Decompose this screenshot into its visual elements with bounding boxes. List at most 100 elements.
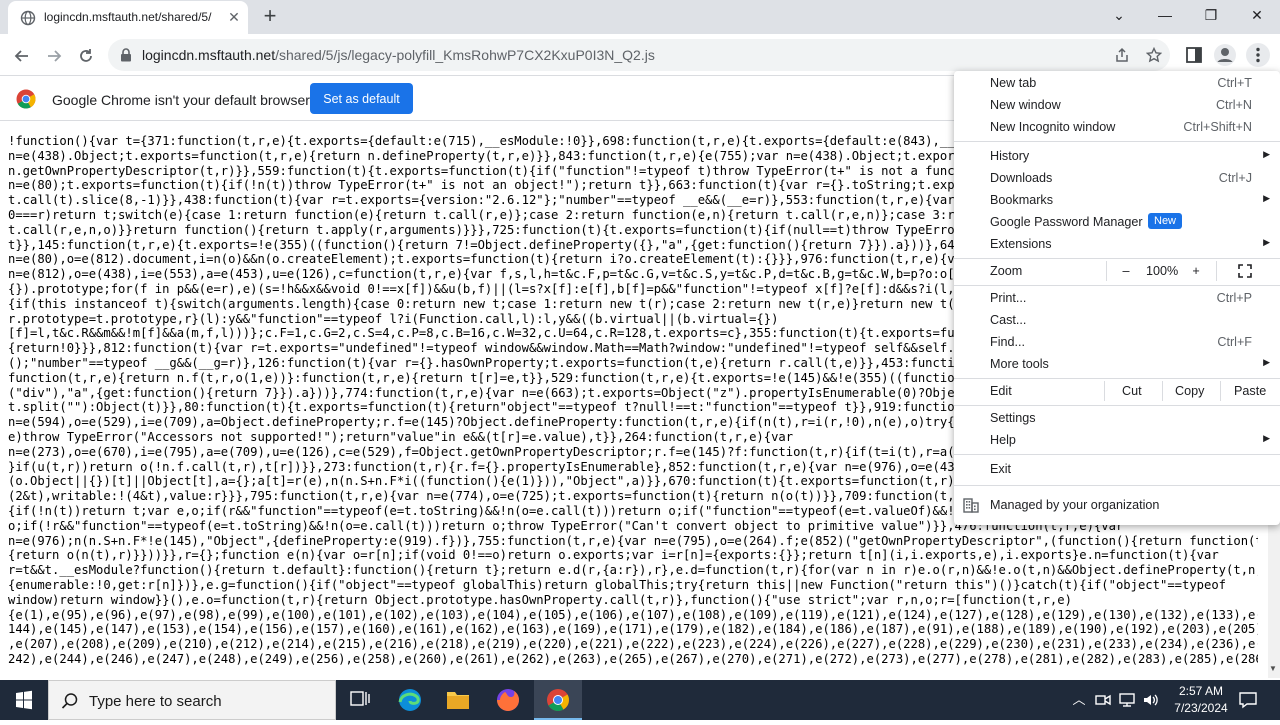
address-bar[interactable]: logincdn.msftauth.net/shared/5/js/legacy… bbox=[108, 39, 1170, 71]
menu-item-help[interactable]: Help ▶ bbox=[954, 429, 1280, 451]
menu-label: Edit bbox=[990, 384, 1012, 398]
code-line: ,e(207),e(208),e(209),e(210),e(212),e(21… bbox=[8, 637, 1258, 652]
menu-separator bbox=[954, 258, 1280, 259]
menu-item-exit[interactable]: Exit bbox=[954, 458, 1280, 480]
task-view-icon[interactable] bbox=[336, 680, 384, 720]
menu-item-password-manager[interactable]: Google Password Manager New bbox=[954, 211, 1280, 233]
taskbar-search-box[interactable]: Type here to search bbox=[48, 680, 336, 720]
edge-icon[interactable] bbox=[386, 680, 434, 720]
browser-toolbar: logincdn.msftauth.net/shared/5/js/legacy… bbox=[0, 34, 1280, 76]
paste-button[interactable]: Paste bbox=[1234, 384, 1266, 398]
clock-date[interactable]: 7/23/2024 bbox=[1166, 701, 1236, 715]
volume-icon[interactable] bbox=[1142, 691, 1160, 709]
code-line: 242),e(244),e(246),e(247),e(248),e(249),… bbox=[8, 651, 1258, 666]
code-line: r=t&&t.__esModule?function(){return t.de… bbox=[8, 563, 1258, 578]
bookmark-star-icon[interactable] bbox=[1144, 45, 1164, 65]
menu-divider bbox=[1106, 261, 1107, 281]
profile-avatar-icon[interactable] bbox=[1213, 43, 1237, 67]
menu-item-new-incognito[interactable]: New Incognito window Ctrl+Shift+N bbox=[954, 116, 1280, 138]
menu-item-bookmarks[interactable]: Bookmarks ▶ bbox=[954, 189, 1280, 211]
new-badge: New bbox=[1148, 213, 1183, 229]
menu-item-managed[interactable]: Managed by your organization bbox=[954, 494, 1280, 516]
menu-shortcut: Ctrl+N bbox=[1215, 98, 1252, 112]
menu-divider bbox=[1162, 381, 1163, 401]
menu-label: Downloads bbox=[990, 171, 1053, 185]
menu-item-more-tools[interactable]: More tools ▶ bbox=[954, 353, 1280, 375]
menu-shortcut: Ctrl+Shift+N bbox=[1183, 120, 1252, 134]
menu-label: New tab bbox=[990, 76, 1037, 90]
chrome-menu-icon[interactable] bbox=[1246, 43, 1270, 67]
set-as-default-button[interactable]: Set as default bbox=[310, 83, 413, 114]
menu-item-new-tab[interactable]: New tab Ctrl+T bbox=[954, 72, 1280, 94]
copy-button[interactable]: Copy bbox=[1175, 384, 1204, 398]
submenu-arrow-icon: ▶ bbox=[1263, 357, 1270, 367]
submenu-arrow-icon: ▶ bbox=[1263, 193, 1270, 203]
menu-separator bbox=[954, 141, 1280, 142]
search-icon bbox=[61, 693, 78, 709]
network-icon[interactable] bbox=[1118, 691, 1136, 709]
show-hidden-icons-icon[interactable]: ︿ bbox=[1070, 691, 1088, 709]
menu-item-find[interactable]: Find... Ctrl+F bbox=[954, 331, 1280, 353]
browser-tab[interactable]: logincdn.msftauth.net/shared/5/ ✕ bbox=[8, 1, 248, 34]
cut-button[interactable]: Cut bbox=[1122, 384, 1142, 398]
chrome-logo-icon bbox=[16, 89, 36, 109]
scroll-down-arrow-icon[interactable]: ▼ bbox=[1266, 664, 1280, 676]
start-button[interactable] bbox=[0, 680, 48, 720]
menu-item-zoom: Zoom – 100% + bbox=[954, 260, 1280, 282]
menu-label: New window bbox=[990, 98, 1061, 112]
infobar-message: Google Chrome isn't your default browser bbox=[52, 92, 310, 108]
chrome-taskbar-icon[interactable] bbox=[534, 680, 582, 720]
menu-label: Managed by your organization bbox=[990, 498, 1160, 512]
windows-logo-icon bbox=[16, 690, 32, 710]
close-window-button[interactable]: ✕ bbox=[1234, 0, 1280, 32]
tab-strip: logincdn.msftauth.net/shared/5/ ✕ + ⌄ — … bbox=[0, 0, 1280, 34]
zoom-out-button[interactable]: – bbox=[1118, 264, 1134, 278]
menu-label: History bbox=[990, 149, 1030, 163]
code-line: window)return window}}(),e.o=function(t,… bbox=[8, 592, 1072, 607]
menu-label: Print... bbox=[990, 291, 1027, 305]
submenu-arrow-icon: ▶ bbox=[1263, 237, 1270, 247]
tab-close-icon[interactable]: ✕ bbox=[226, 9, 242, 25]
firefox-icon[interactable] bbox=[484, 680, 532, 720]
back-icon[interactable] bbox=[8, 42, 36, 70]
minimize-button[interactable]: — bbox=[1142, 0, 1188, 32]
menu-label: Find... bbox=[990, 335, 1025, 349]
menu-item-extensions[interactable]: Extensions ▶ bbox=[954, 233, 1280, 255]
reload-icon[interactable] bbox=[72, 42, 100, 70]
menu-item-settings[interactable]: Settings bbox=[954, 407, 1280, 429]
maximize-button[interactable]: ❐ bbox=[1188, 0, 1234, 32]
url-path: /shared/5/js/legacy-polyfill_KmsRohwP7CX… bbox=[275, 47, 655, 63]
menu-item-downloads[interactable]: Downloads Ctrl+J bbox=[954, 167, 1280, 189]
menu-separator bbox=[954, 378, 1280, 379]
menu-label: Exit bbox=[990, 462, 1011, 476]
menu-divider bbox=[1216, 261, 1217, 281]
side-panel-icon[interactable] bbox=[1182, 43, 1206, 67]
menu-shortcut: Ctrl+F bbox=[1217, 335, 1252, 349]
zoom-in-button[interactable]: + bbox=[1188, 264, 1204, 278]
fullscreen-icon[interactable] bbox=[1238, 264, 1252, 278]
notifications-icon[interactable] bbox=[1238, 691, 1258, 709]
menu-item-new-window[interactable]: New window Ctrl+N bbox=[954, 94, 1280, 116]
meeting-icon[interactable] bbox=[1094, 691, 1112, 709]
building-icon bbox=[963, 498, 979, 513]
code-line: {e(1),e(95),e(96),e(97),e(98),e(99),e(10… bbox=[8, 607, 1258, 622]
share-icon[interactable] bbox=[1112, 45, 1132, 65]
menu-divider bbox=[1220, 381, 1221, 401]
new-tab-button[interactable]: + bbox=[256, 5, 284, 29]
tab-search-icon[interactable]: ⌄ bbox=[1096, 0, 1142, 32]
menu-separator bbox=[954, 405, 1280, 406]
lock-icon[interactable] bbox=[120, 48, 132, 62]
menu-item-cast[interactable]: Cast... bbox=[954, 309, 1280, 331]
menu-label: Help bbox=[990, 433, 1016, 447]
menu-label: Settings bbox=[990, 411, 1036, 425]
menu-item-history[interactable]: History ▶ bbox=[954, 145, 1280, 167]
menu-item-print[interactable]: Print... Ctrl+P bbox=[954, 287, 1280, 309]
url-text[interactable]: logincdn.msftauth.net/shared/5/js/legacy… bbox=[142, 47, 655, 63]
chrome-menu: New tab Ctrl+T New window Ctrl+N New Inc… bbox=[954, 71, 1280, 525]
menu-separator bbox=[954, 454, 1280, 455]
menu-label: Extensions bbox=[990, 237, 1052, 251]
clock-time[interactable]: 2:57 AM bbox=[1170, 684, 1232, 698]
tab-title: logincdn.msftauth.net/shared/5/ bbox=[44, 10, 212, 24]
file-explorer-icon[interactable] bbox=[434, 680, 482, 720]
forward-icon[interactable] bbox=[40, 42, 68, 70]
